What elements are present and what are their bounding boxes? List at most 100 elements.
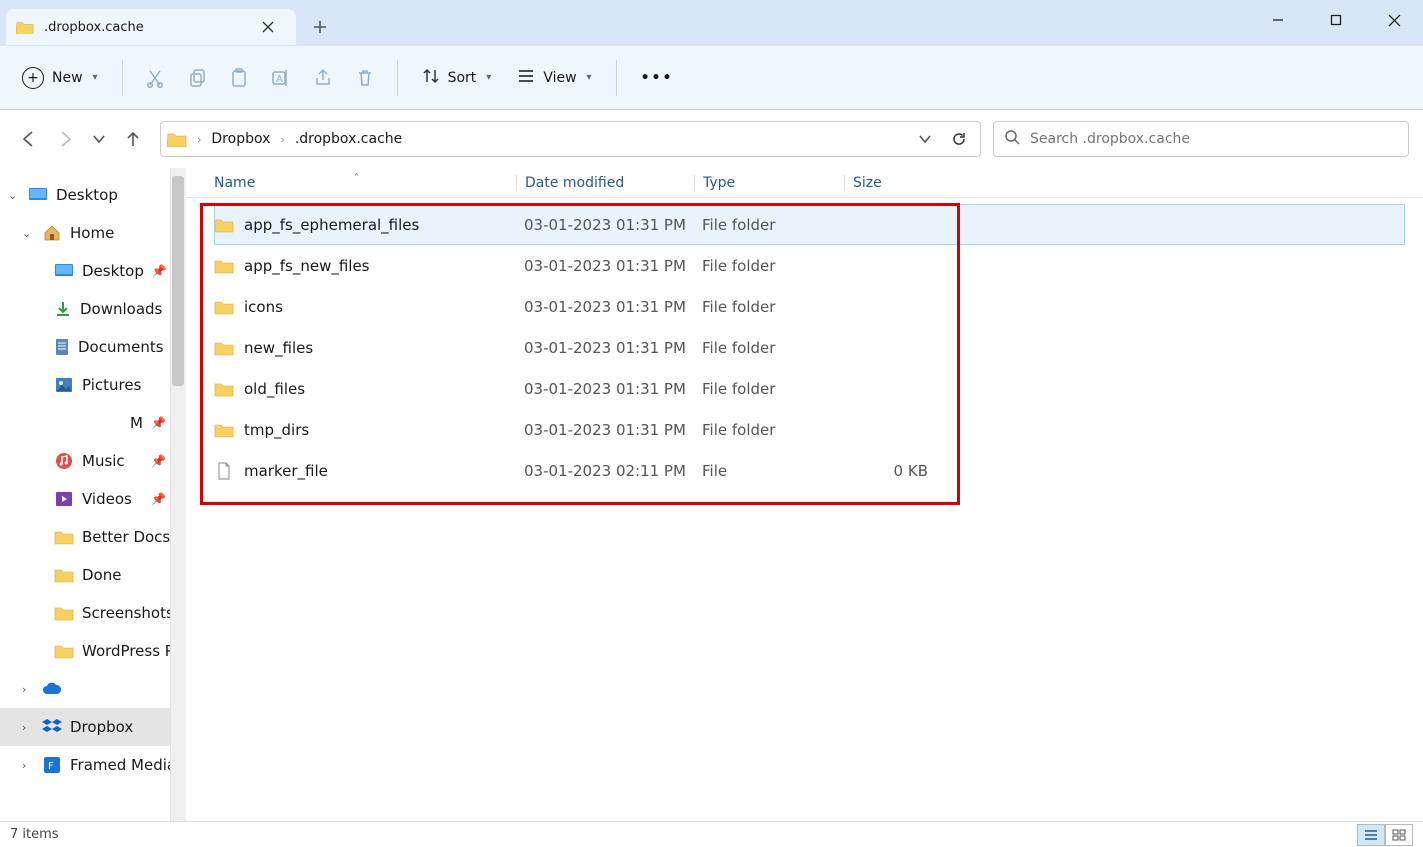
scrollbar-thumb[interactable] (172, 176, 184, 386)
nav-item-home[interactable]: ⌄ Home (0, 214, 186, 252)
recent-button[interactable] (92, 132, 106, 146)
view-button[interactable]: View ▾ (507, 61, 601, 95)
file-row[interactable]: app_fs_new_files 03-01-2023 01:31 PM Fil… (214, 245, 1423, 286)
close-button[interactable] (1365, 0, 1423, 40)
nav-item-documents[interactable]: Documents 📌 (0, 328, 186, 366)
folder-icon (167, 131, 187, 147)
nav-label: Downloads (80, 300, 162, 318)
new-tab-button[interactable] (302, 9, 338, 45)
folder-icon (54, 642, 74, 660)
file-row[interactable]: marker_file 03-01-2023 02:11 PM File 0 K… (214, 450, 1423, 491)
paste-button[interactable] (221, 62, 257, 94)
tab-close-button[interactable] (254, 13, 282, 41)
breadcrumb-item[interactable]: .dropbox.cache (291, 127, 406, 151)
file-row[interactable]: new_files 03-01-2023 01:31 PM File folde… (214, 327, 1423, 368)
picture-icon (54, 376, 74, 394)
nav-item-done[interactable]: Done (0, 556, 186, 594)
dropbox-icon (42, 718, 62, 736)
file-row[interactable]: app_fs_ephemeral_files 03-01-2023 01:31 … (214, 204, 1405, 245)
nav-item-music[interactable]: Music 📌 (0, 442, 186, 480)
chevron-down-icon[interactable]: ⌄ (8, 189, 20, 202)
file-row[interactable]: tmp_dirs 03-01-2023 01:31 PM File folder (214, 409, 1423, 450)
scrollbar[interactable] (170, 168, 186, 821)
chevron-right-icon[interactable]: › (22, 721, 34, 734)
cloud-icon (42, 680, 62, 698)
search-input[interactable] (1030, 131, 1398, 147)
file-type: File folder (694, 380, 844, 398)
column-size[interactable]: Size (844, 175, 938, 191)
cut-button[interactable] (137, 62, 173, 94)
separator (397, 60, 398, 96)
pin-icon: 📌 (151, 454, 166, 468)
delete-button[interactable] (347, 62, 383, 94)
plus-circle-icon: + (22, 67, 44, 89)
sort-icon (422, 67, 440, 89)
tab-title: .dropbox.cache (44, 20, 244, 35)
file-row[interactable]: icons 03-01-2023 01:31 PM File folder (214, 286, 1423, 327)
file-date: 03-01-2023 01:31 PM (516, 339, 694, 357)
column-name[interactable]: Name ˄ (214, 175, 516, 191)
window-tab[interactable]: .dropbox.cache (6, 9, 296, 45)
folder-icon (214, 380, 234, 398)
nav-item-pictures[interactable]: Pictures (0, 366, 186, 404)
details-view-button[interactable] (1357, 824, 1385, 846)
file-type: File folder (694, 216, 844, 234)
file-name: app_fs_new_files (244, 257, 370, 275)
nav-label: Desktop (56, 186, 118, 204)
video-icon (54, 490, 74, 508)
nav-item-betterdocs[interactable]: Better Docs (0, 518, 186, 556)
nav-item-screenshots[interactable]: Screenshots (0, 594, 186, 632)
nav-item-m[interactable]: M 📌 (0, 404, 186, 442)
file-date: 03-01-2023 01:31 PM (516, 257, 694, 275)
forward-button[interactable] (56, 130, 74, 148)
chevron-right-icon[interactable]: › (22, 683, 34, 696)
nav-label: Framed Media (70, 756, 176, 774)
minimize-button[interactable] (1249, 0, 1307, 40)
file-type: File folder (694, 339, 844, 357)
icons-view-button[interactable] (1385, 824, 1413, 846)
maximize-button[interactable] (1307, 0, 1365, 40)
file-row[interactable]: old_files 03-01-2023 01:31 PM File folde… (214, 368, 1423, 409)
address-bar[interactable]: › Dropbox › .dropbox.cache (160, 121, 981, 157)
column-label: Type (703, 175, 735, 191)
nav-item-downloads[interactable]: Downloads 📌 (0, 290, 186, 328)
chevron-right-icon[interactable]: › (195, 133, 203, 146)
chevron-down-icon[interactable]: ⌄ (22, 227, 34, 240)
search-icon (1004, 129, 1020, 149)
back-button[interactable] (20, 130, 38, 148)
breadcrumb-item[interactable]: Dropbox (207, 127, 274, 151)
nav-label: Pictures (82, 376, 141, 394)
column-type[interactable]: Type (694, 175, 844, 191)
file-name: new_files (244, 339, 313, 357)
nav-item-desktop-root[interactable]: ⌄ Desktop (0, 176, 186, 214)
file-size: 0 KB (844, 462, 938, 480)
more-button[interactable]: ••• (631, 64, 684, 92)
nav-item-videos[interactable]: Videos 📌 (0, 480, 186, 518)
file-date: 03-01-2023 01:31 PM (516, 298, 694, 316)
nav-label: Documents (78, 338, 164, 356)
column-label: Name (214, 175, 255, 191)
refresh-button[interactable] (944, 124, 974, 154)
nav-item-onedrive[interactable]: › (0, 670, 186, 708)
rename-button[interactable]: A (263, 62, 299, 94)
sort-button[interactable]: Sort ▾ (412, 61, 502, 95)
nav-item-dropbox[interactable]: › Dropbox (0, 708, 186, 746)
search-bar[interactable] (993, 121, 1409, 157)
chevron-right-icon[interactable]: › (278, 133, 286, 146)
nav-item-desktop[interactable]: Desktop 📌 (0, 252, 186, 290)
column-date[interactable]: Date modified (516, 175, 694, 191)
svg-text:F: F (48, 761, 54, 772)
new-button[interactable]: + New ▾ (12, 61, 108, 95)
file-date: 03-01-2023 01:31 PM (516, 216, 694, 234)
file-name: icons (244, 298, 283, 316)
chevron-right-icon[interactable]: › (22, 759, 34, 772)
up-button[interactable] (124, 130, 142, 148)
address-dropdown-button[interactable] (910, 124, 940, 154)
sort-label: Sort (448, 70, 477, 86)
music-icon (54, 452, 74, 470)
nav-item-wordpress[interactable]: WordPress Pl (0, 632, 186, 670)
nav-label: Music (82, 452, 125, 470)
copy-button[interactable] (179, 62, 215, 94)
share-button[interactable] (305, 62, 341, 94)
nav-item-framed[interactable]: › F Framed Media (0, 746, 186, 784)
